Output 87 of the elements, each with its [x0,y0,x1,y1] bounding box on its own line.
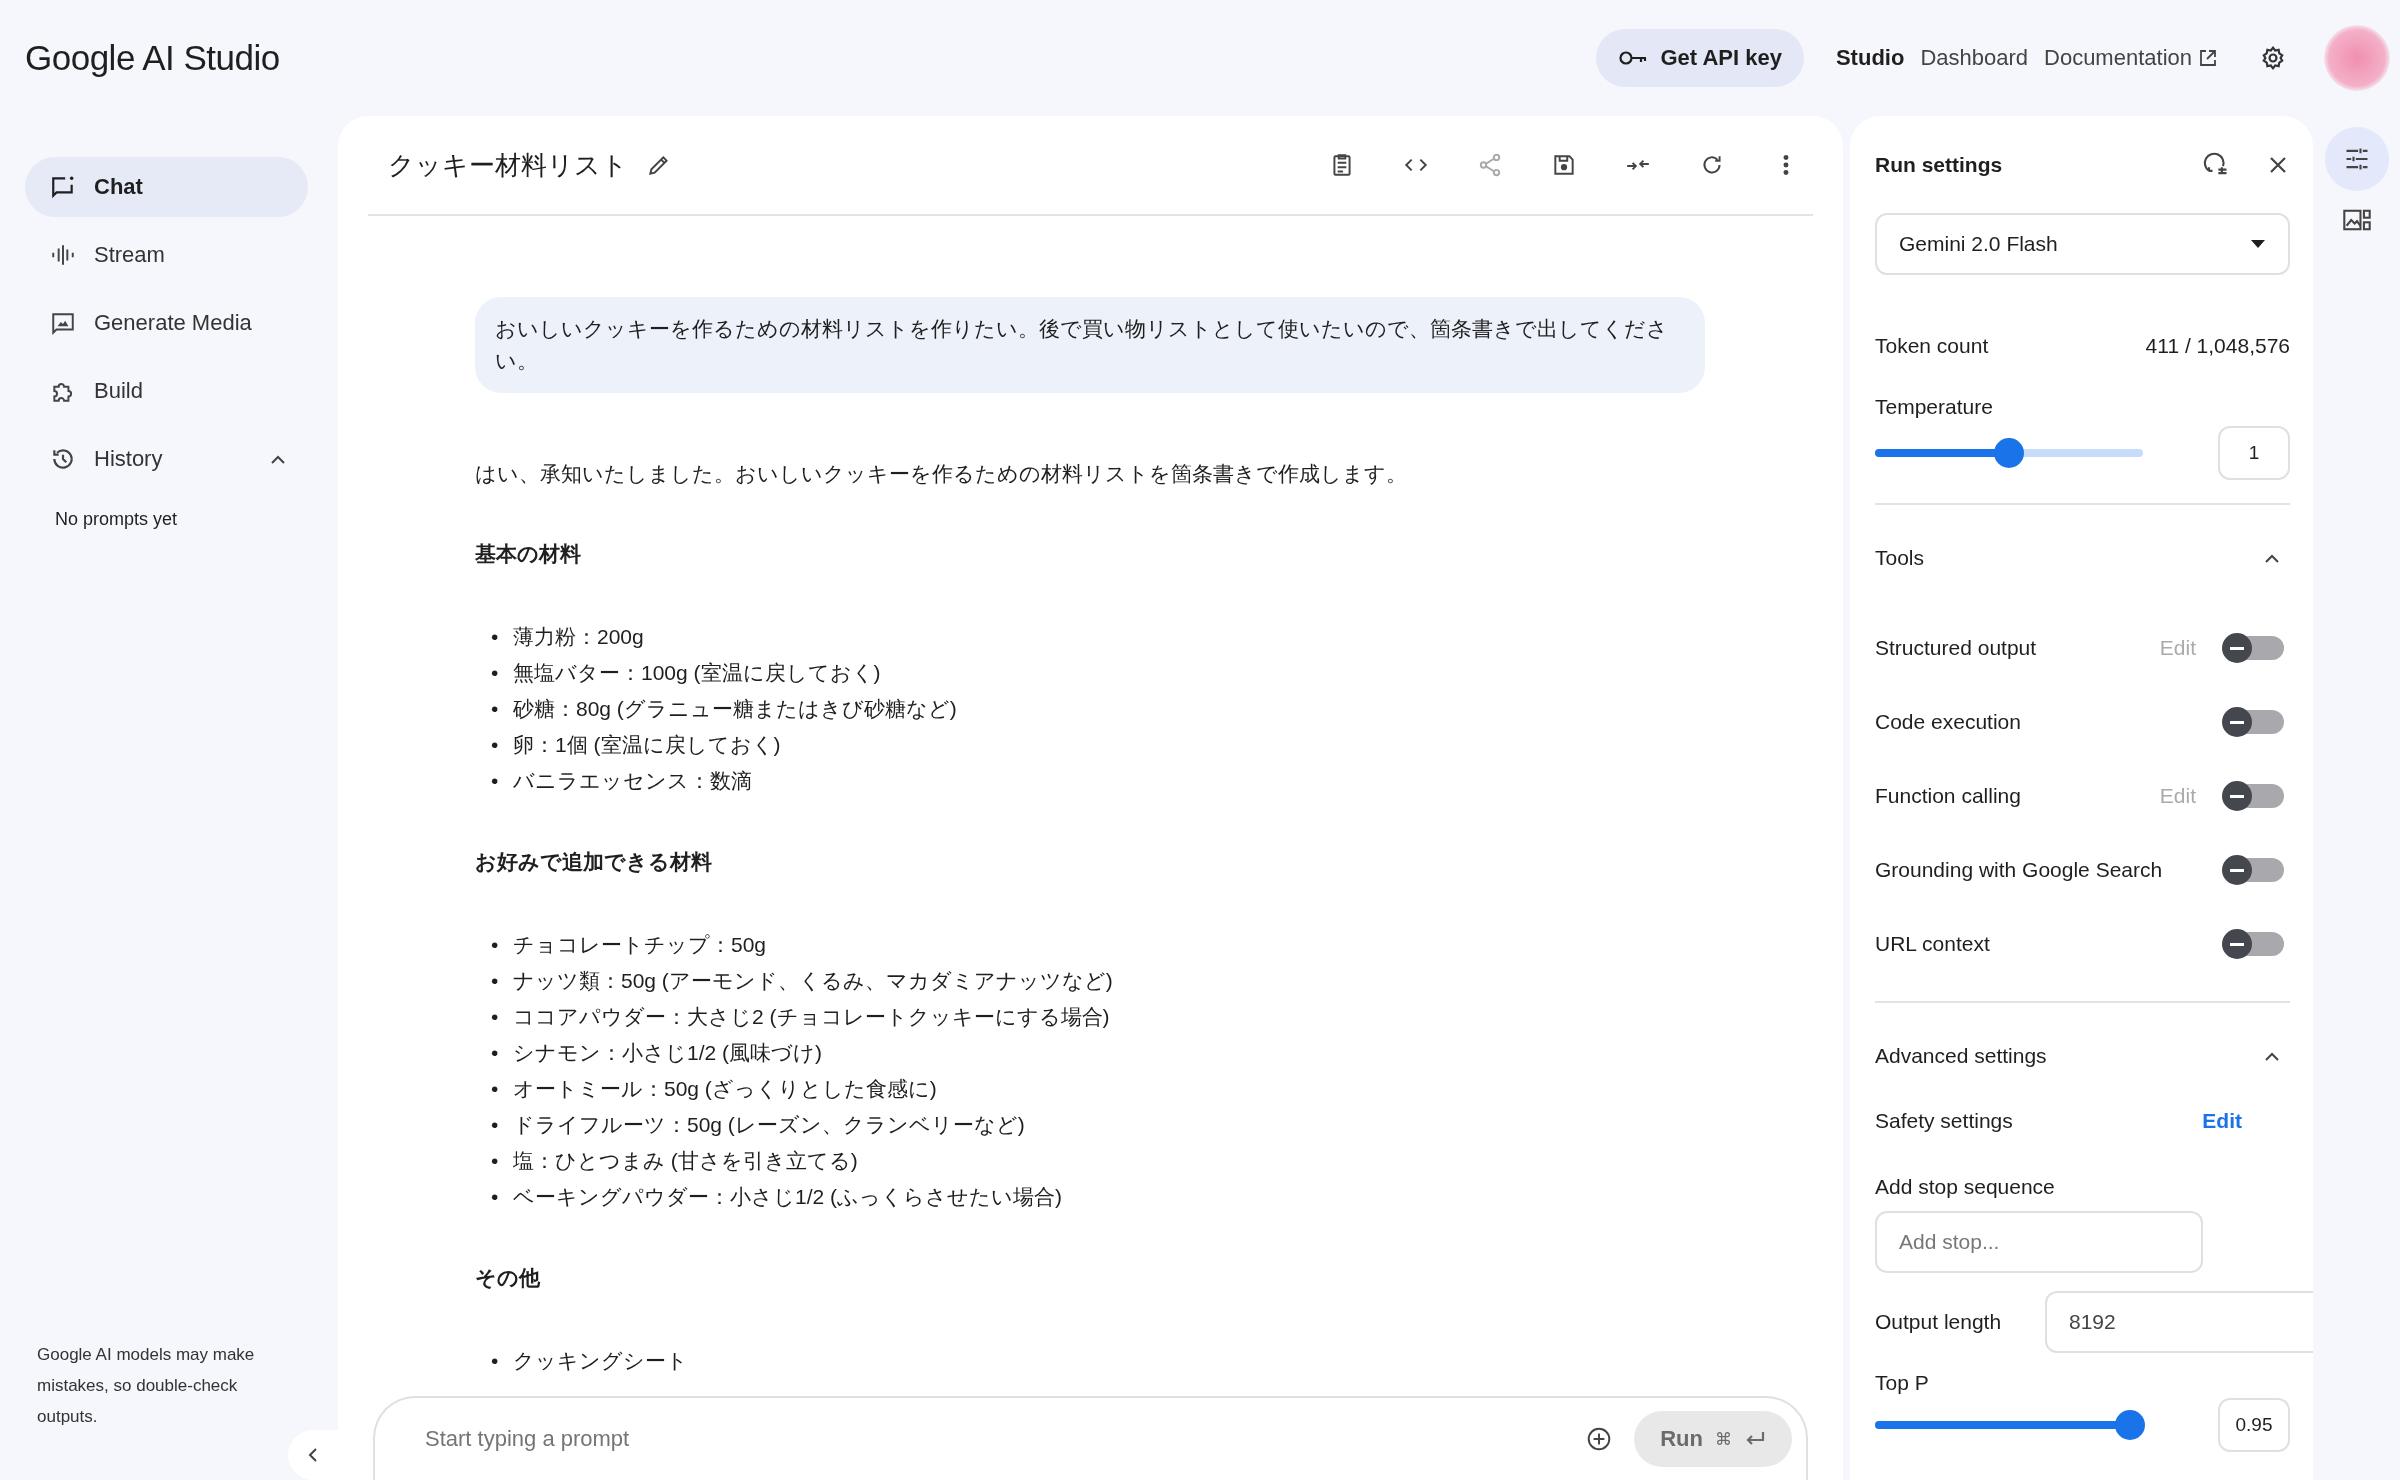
bullet: • [491,1348,500,1374]
sidebar-item[interactable]: History [25,429,308,489]
list-item: シナモン：小さじ1/2 (風味づけ) [513,1040,822,1066]
nav-link[interactable]: Studio [1835,45,1905,71]
chevron-left-icon [306,1446,320,1464]
bullet: • [491,1040,500,1066]
sidebar-item[interactable]: Build [25,361,308,421]
sidebar-item[interactable]: Stream [25,225,308,285]
list-item: オートミール：50g (ざっくりとした食感に) [513,1076,937,1102]
panel-title: Run settings [1875,152,2003,177]
media-panel-icon[interactable] [2341,207,2372,233]
toggle-switch[interactable] [2224,784,2284,808]
top-p-slider[interactable] [1875,1410,2143,1440]
output-length-field[interactable]: 8192 [2045,1291,2313,1353]
edit-link[interactable]: Edit [2202,1109,2242,1133]
bullet: • [491,932,500,958]
output-length-label: Output length [1875,1310,2003,1334]
list-item: 砂糖：80g (グラニュー糖またはきび砂糖など) [513,696,957,722]
prompt-field[interactable]: Start typing a prompt Run ⌘ [373,1396,1808,1480]
get-api-key-button[interactable]: Get API key [1596,29,1804,87]
token-count-label: Token count [1875,334,1989,358]
safety-settings-label: Safety settings [1875,1109,2013,1133]
bullet: • [491,1148,500,1174]
token-count: 411 / 1,048,576 [2145,334,2290,358]
chat-icon [50,174,76,200]
list-item: 無塩バター：100g (室温に戻しておく) [513,660,881,686]
model-dropdown[interactable]: Gemini 2.0 Flash [1875,213,2290,275]
list-item: チョコレートチップ：50g [513,932,767,958]
tool-label: Structured output [1875,636,2038,660]
list-item: ココアパウダー：大さじ2 (チョコレートクッキーにする場合) [513,1004,1110,1030]
image-icon [50,310,76,336]
run-button[interactable]: Run ⌘ [1634,1411,1792,1467]
list-item: クッキングシート [513,1348,688,1374]
tool-label: URL context [1875,932,1991,956]
temperature-label: Temperature [1875,395,1994,419]
response-heading: お好みで追加できる材料 [475,849,713,875]
toggle-switch[interactable] [2224,932,2284,956]
nav-link[interactable]: Dashboard [1920,45,2028,71]
bullet: • [491,696,500,722]
nav-link[interactable]: Documentation [2044,45,2218,71]
list-item: ドライフルーツ：50g (レーズン、クランベリーなど) [513,1112,1025,1138]
save-icon[interactable] [1551,152,1577,178]
bullet: • [491,1184,500,1210]
toggle-switch[interactable] [2224,710,2284,734]
temperature-slider[interactable] [1875,438,2143,468]
section-title: Tools [1875,546,1925,570]
tool-label: Code execution [1875,710,2022,734]
response-heading: その他 [475,1265,541,1291]
bullet: • [491,1004,500,1030]
list-item: ナッツ類：50g (アーモンド、くるみ、マカダミアナッツなど) [513,968,1113,994]
external-link-icon [2198,48,2218,68]
bullet: • [491,660,500,686]
bullet: • [491,732,500,758]
top-p-field[interactable]: 0.95 [2218,1398,2290,1452]
bullet: • [491,1076,500,1102]
list-item: 塩：ひとつまみ (甘さを引き立てる) [513,1148,858,1174]
temperature-field[interactable]: 1 [2218,426,2290,480]
toggle-switch[interactable] [2224,636,2284,660]
disclaimer-text: Google AI models may make mistakes, so double-check outputs. [36,1344,256,1428]
chat-title: クッキー材料リスト [388,148,628,182]
list-item: 薄力粉：200g [513,624,644,650]
sidebar-item[interactable]: Chat [25,157,308,217]
list-item: 卵：1個 (室温に戻しておく) [513,732,781,758]
response-heading: 基本の材料 [475,541,582,567]
bullet: • [491,1112,500,1138]
sidebar-item[interactable]: Generate Media [25,293,308,353]
waveform-icon [50,242,76,268]
dropdown-arrow-icon [2250,239,2266,249]
stop-sequence-label: Add stop sequence [1875,1175,2056,1199]
list-item: ベーキングパウダー：小さじ1/2 (ふっくらさせたい場合) [513,1184,1062,1210]
tool-label: Grounding with Google Search [1875,858,2164,882]
app-logo: Google AI Studio [25,38,281,78]
history-icon [50,446,76,472]
bullet: • [491,768,500,794]
tool-label: Function calling [1875,784,2022,808]
stop-sequence-field[interactable]: Add stop... [1875,1211,2203,1273]
settings-icon[interactable] [2260,45,2286,71]
bullet: • [491,968,500,994]
response-paragraph: はい、承知いたしました。おいしいクッキーを作るための材料リストを箇条書きで作成します。 [475,461,1408,487]
section-title: Advanced settings [1875,1044,2047,1068]
user-message: おいしいクッキーを作るための材料リストを作りたい。後で買い物リストとして使いたいので、箇条書きで出してください。 [475,297,1705,393]
empty-history-text: No prompts yet [54,508,179,530]
top-p-label: Top P [1875,1371,1930,1395]
bullet: • [491,624,500,650]
add-icon[interactable] [1586,1426,1613,1452]
toggle-switch[interactable] [2224,858,2284,882]
list-item: バニラエッセンス：数滴 [513,768,752,794]
